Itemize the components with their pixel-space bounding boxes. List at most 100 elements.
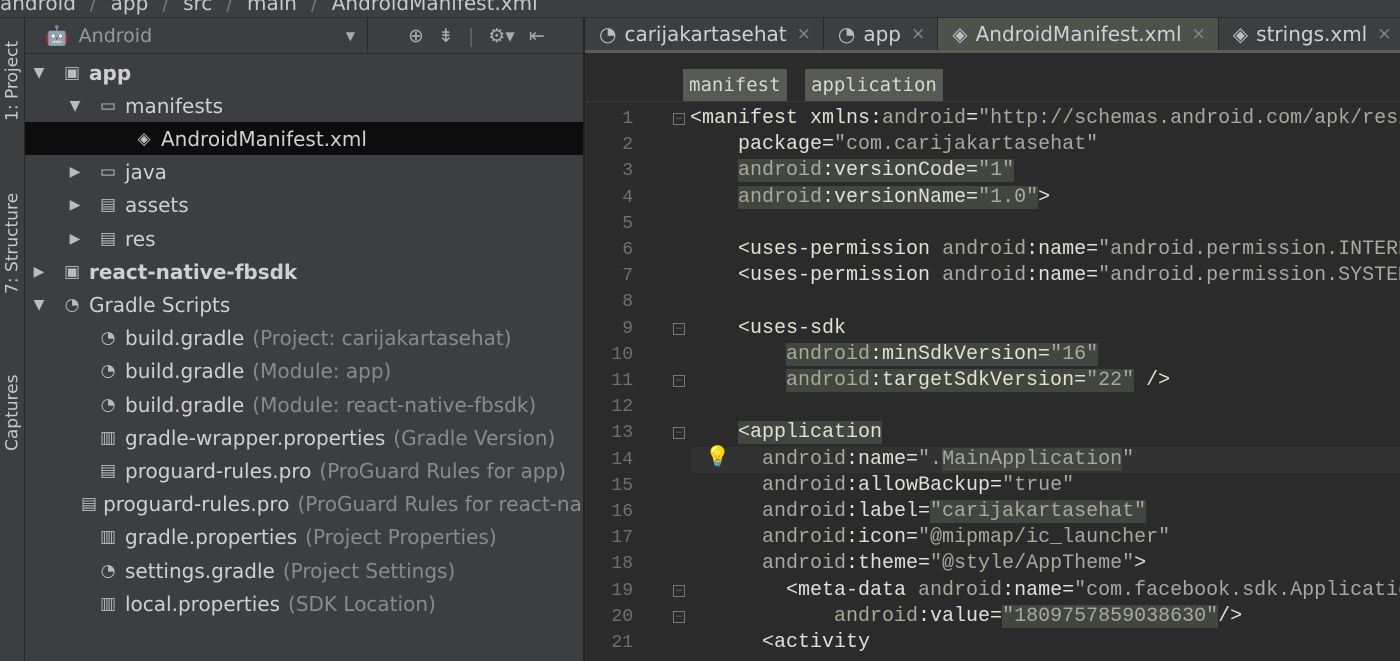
tree-item-label: java bbox=[125, 160, 167, 185]
tree-item-hint: (ProGuard Rules for app) bbox=[319, 458, 566, 483]
breadcrumb-item[interactable]: app bbox=[111, 0, 149, 15]
chevron-down-icon[interactable]: ▼ bbox=[31, 297, 47, 313]
breadcrumb-separator: / bbox=[89, 0, 97, 15]
tool-tab-captures[interactable]: Captures bbox=[0, 363, 25, 463]
fold-marker-icon[interactable]: − bbox=[673, 427, 685, 440]
gradle-icon: ◔ bbox=[100, 560, 116, 581]
editor-tab[interactable]: ◔ carijakartasehat × bbox=[585, 18, 824, 50]
tree-item[interactable]: ▥ local.properties (SDK Location) bbox=[25, 587, 583, 620]
module-folder-icon: ▣ bbox=[63, 261, 81, 282]
code-token-val: "1809757859038630" bbox=[1002, 604, 1219, 628]
tree-item[interactable]: ◔ build.gradle (Module: app) bbox=[25, 355, 583, 388]
tool-tab-structure[interactable]: 7: Structure bbox=[0, 183, 25, 303]
tree-item-label: assets bbox=[125, 193, 189, 218]
code-token-val: "@style/AppTheme" bbox=[930, 552, 1135, 576]
tree-item-label: res bbox=[125, 226, 156, 251]
breadcrumb-separator: / bbox=[162, 0, 170, 15]
code-token-attr: :name= bbox=[1026, 238, 1099, 261]
tree-item-label: build.gradle bbox=[125, 359, 245, 384]
code-line: <application bbox=[690, 420, 883, 446]
tree-item[interactable]: ◈ AndroidManifest.xml bbox=[25, 122, 583, 156]
tree-item[interactable]: ▶ ▣ react-native-fbsdk bbox=[25, 255, 583, 288]
tree-item-label: manifests bbox=[125, 93, 223, 118]
code-token-attr: :name= bbox=[1026, 264, 1099, 288]
xml-file-icon: ◈ bbox=[952, 22, 968, 46]
tree-item[interactable]: ▼ ▭ manifests bbox=[25, 89, 583, 122]
code-line: android:value="1809757859038630"/> bbox=[690, 604, 1242, 630]
tree-item[interactable]: ▤ proguard-rules.pro (ProGuard Rules for r… bbox=[25, 488, 583, 521]
tag-crumb-manifest[interactable]: manifest bbox=[683, 69, 787, 101]
locate-icon[interactable]: ⊕ bbox=[408, 25, 424, 47]
module-folder-icon: ▣ bbox=[63, 62, 81, 83]
chevron-right-icon[interactable]: ▶ bbox=[67, 231, 83, 247]
tree-item[interactable]: ▤ proguard-rules.pro (ProGuard Rules for a… bbox=[25, 454, 583, 487]
code-token-attr: xmlns: bbox=[810, 107, 883, 130]
tree-item[interactable]: ▥ gradle-wrapper.properties (Gradle Versio… bbox=[25, 421, 583, 454]
gear-icon[interactable]: ⚙▾ bbox=[488, 25, 515, 47]
close-icon[interactable]: × bbox=[797, 24, 811, 44]
tree-item[interactable]: ▥ gradle.properties (Project Properties) bbox=[25, 521, 583, 554]
editor-tab[interactable]: ◈ strings.xml × bbox=[1219, 18, 1400, 50]
tree-item-label: gradle-wrapper.properties bbox=[125, 425, 386, 450]
tree-item[interactable]: ◔ settings.gradle (Project Settings) bbox=[25, 554, 583, 587]
project-view-selector[interactable]: 🤖 Android ▼ bbox=[25, 17, 368, 54]
breadcrumb-separator: / bbox=[226, 0, 234, 15]
code-editor[interactable]: <manifest xmlns:android="http://schemas.… bbox=[690, 104, 1400, 661]
tree-item[interactable]: ▶ ▤ assets bbox=[25, 189, 583, 222]
tree-item[interactable]: ▶ ▤ res bbox=[25, 222, 583, 255]
fold-marker-icon[interactable]: − bbox=[673, 113, 685, 125]
editor-tab-label: AndroidManifest.xml bbox=[975, 22, 1182, 46]
code-line: android:label="carijakartasehat" bbox=[690, 499, 1147, 525]
code-token-sp bbox=[690, 238, 738, 261]
code-token-tag: <uses-permission bbox=[738, 238, 943, 261]
code-token-val: "16" bbox=[1050, 342, 1099, 366]
code-line: <manifest xmlns:android="http://schemas.… bbox=[690, 106, 1400, 132]
chevron-right-icon[interactable]: ▶ bbox=[67, 197, 83, 213]
code-token-val: "http://schemas.android.com/apk/res/andr… bbox=[978, 107, 1400, 130]
editor-tab[interactable]: ◈ AndroidManifest.xml × bbox=[938, 18, 1219, 50]
tree-item[interactable]: ▼ ▣ app bbox=[25, 56, 583, 89]
tree-item[interactable]: ▶ ▭ java bbox=[25, 156, 583, 189]
code-line: <uses-permission android:name="android.p… bbox=[690, 237, 1400, 263]
tool-tab-project[interactable]: 1: Project bbox=[0, 26, 25, 136]
chevron-down-icon[interactable]: ▼ bbox=[67, 98, 83, 114]
breadcrumb-item[interactable]: src bbox=[183, 0, 212, 15]
tag-crumb-application[interactable]: application bbox=[805, 69, 943, 101]
tree-item-label: app bbox=[89, 60, 132, 85]
breadcrumb-item[interactable]: AndroidManifest.xml bbox=[332, 0, 538, 15]
fold-marker-icon[interactable]: − bbox=[673, 322, 685, 335]
line-number: 6 bbox=[622, 240, 633, 260]
code-token-sp bbox=[690, 526, 762, 549]
breadcrumb-item[interactable]: android bbox=[0, 0, 76, 15]
close-icon[interactable]: × bbox=[1192, 24, 1206, 44]
editor-tab[interactable]: ◔ app × bbox=[824, 18, 939, 50]
code-token-val: " bbox=[1122, 447, 1135, 471]
code-token-tag: <application bbox=[738, 421, 883, 445]
tree-item[interactable]: ▼ ◔ Gradle Scripts bbox=[25, 288, 583, 321]
tree-item[interactable]: ◔ build.gradle (Project: carijakartasehat) bbox=[25, 322, 583, 355]
chevron-down-icon[interactable]: ▼ bbox=[31, 65, 47, 81]
code-token-attr: :allowBackup= bbox=[846, 473, 1003, 497]
tree-item-label: build.gradle bbox=[125, 392, 245, 417]
code-token-attr: :name= bbox=[846, 447, 919, 471]
chevron-right-icon[interactable]: ▶ bbox=[67, 164, 83, 180]
code-token-tag: <activity bbox=[762, 631, 871, 654]
fold-marker-icon[interactable]: − bbox=[673, 610, 685, 623]
collapse-icon[interactable]: ⇟ bbox=[438, 25, 454, 47]
tree-item[interactable]: ◔ build.gradle (Module: react-native-fbsdk… bbox=[25, 388, 583, 421]
line-number: 17 bbox=[611, 528, 633, 549]
lightbulb-icon[interactable]: 💡 bbox=[705, 444, 730, 468]
hide-icon[interactable]: ⇤ bbox=[529, 25, 545, 47]
code-token-val: "android.permission.INTERNET" bbox=[1098, 238, 1400, 261]
code-token-attr: package= bbox=[738, 133, 835, 157]
fold-marker-icon[interactable]: − bbox=[673, 375, 685, 387]
breadcrumb-item[interactable]: main bbox=[247, 0, 297, 15]
fold-marker-icon[interactable]: − bbox=[673, 584, 685, 597]
code-token-attr: :icon= bbox=[846, 526, 919, 550]
close-icon[interactable]: × bbox=[1377, 24, 1391, 44]
chevron-right-icon[interactable]: ▶ bbox=[31, 264, 47, 280]
close-icon[interactable]: × bbox=[911, 24, 925, 44]
text-file-icon: ▤ bbox=[99, 460, 117, 481]
line-number: 18 bbox=[611, 554, 633, 575]
code-token-attr: = bbox=[966, 107, 979, 130]
